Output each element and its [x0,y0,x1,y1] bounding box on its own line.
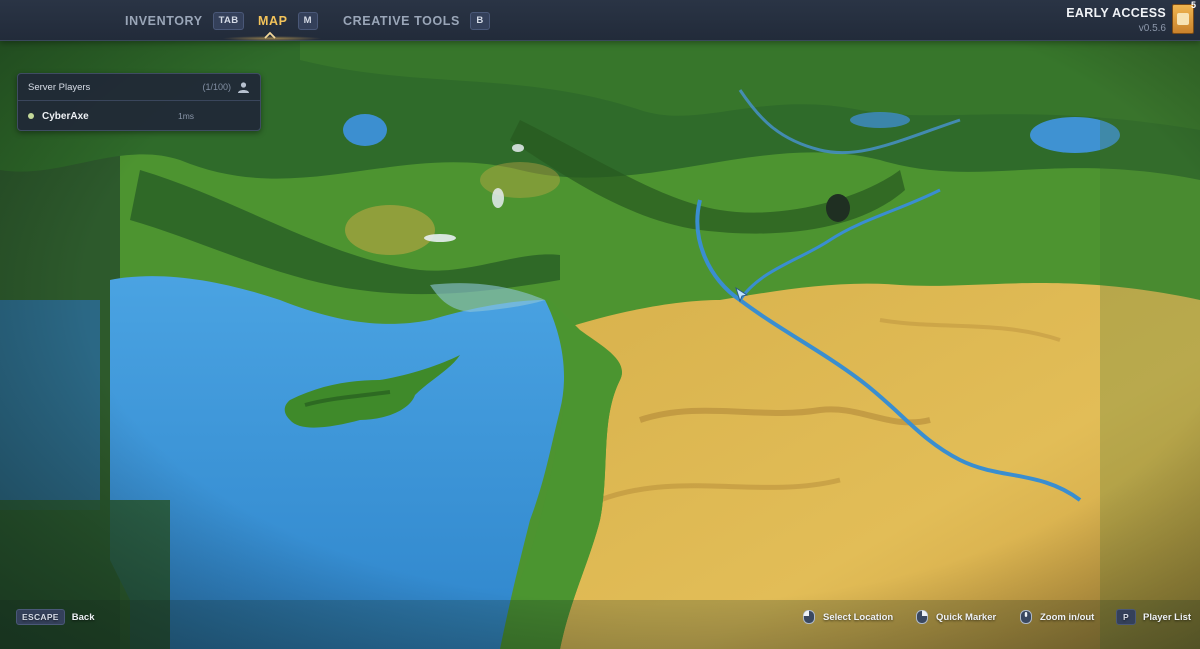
hint-player-list[interactable]: P Player List [1116,609,1191,625]
mouse-right-icon [916,610,928,624]
mouse-left-icon [803,610,815,624]
server-players-header: Server Players (1/100) [18,74,260,101]
player-list-key: P [1116,609,1136,625]
hint-select-location: Select Location [802,609,893,625]
tab-map-key: M [297,11,318,30]
early-access-title: EARLY ACCESS [1066,6,1166,20]
rank-badge-icon[interactable]: 5 [1172,0,1196,34]
hint-zoom-label: Zoom in/out [1040,611,1095,623]
hint-quick-marker: Quick Marker [915,609,996,625]
escape-key: ESCAPE [16,609,65,625]
hint-back[interactable]: ESCAPE Back [16,609,94,625]
early-access-info: EARLY ACCESS v0.5.6 [1066,6,1166,34]
tab-inventory-label: INVENTORY [125,13,203,28]
badge-face [1177,13,1189,25]
version-label: v0.5.6 [1138,23,1166,34]
tab-map-label: MAP [258,13,288,28]
tab-creative-tools[interactable]: CREATIVE TOOLS B [343,0,490,41]
player-count: (1/100) [202,82,231,92]
player-row[interactable]: CyberAxe 1ms [18,101,260,131]
tab-inventory-key: TAB [212,11,245,30]
hint-quick-marker-label: Quick Marker [936,611,997,623]
active-tab-caret-icon [264,31,276,39]
hint-select-location-label: Select Location [823,611,894,623]
mouse-wheel-icon [1020,610,1032,624]
player-status-dot [28,113,34,119]
top-navigation-bar: INVENTORY TAB MAP M CREATIVE TOOLS B EAR… [0,0,1200,41]
hint-back-label: Back [71,611,95,623]
tab-inventory[interactable]: INVENTORY TAB [125,0,245,41]
hint-zoom: Zoom in/out [1019,609,1094,625]
map-cursor-icon [735,287,749,303]
tab-creative-tools-label: CREATIVE TOOLS [343,13,460,28]
server-players-panel: Server Players (1/100) CyberAxe 1ms [17,73,261,131]
badge-count: 5 [1190,0,1196,10]
hint-player-list-label: Player List [1143,611,1192,623]
user-icon [238,81,249,93]
player-ping: 1ms [178,111,195,121]
server-players-title: Server Players [28,81,91,93]
player-name: CyberAxe [42,110,89,122]
tab-creative-tools-key: B [469,11,490,30]
